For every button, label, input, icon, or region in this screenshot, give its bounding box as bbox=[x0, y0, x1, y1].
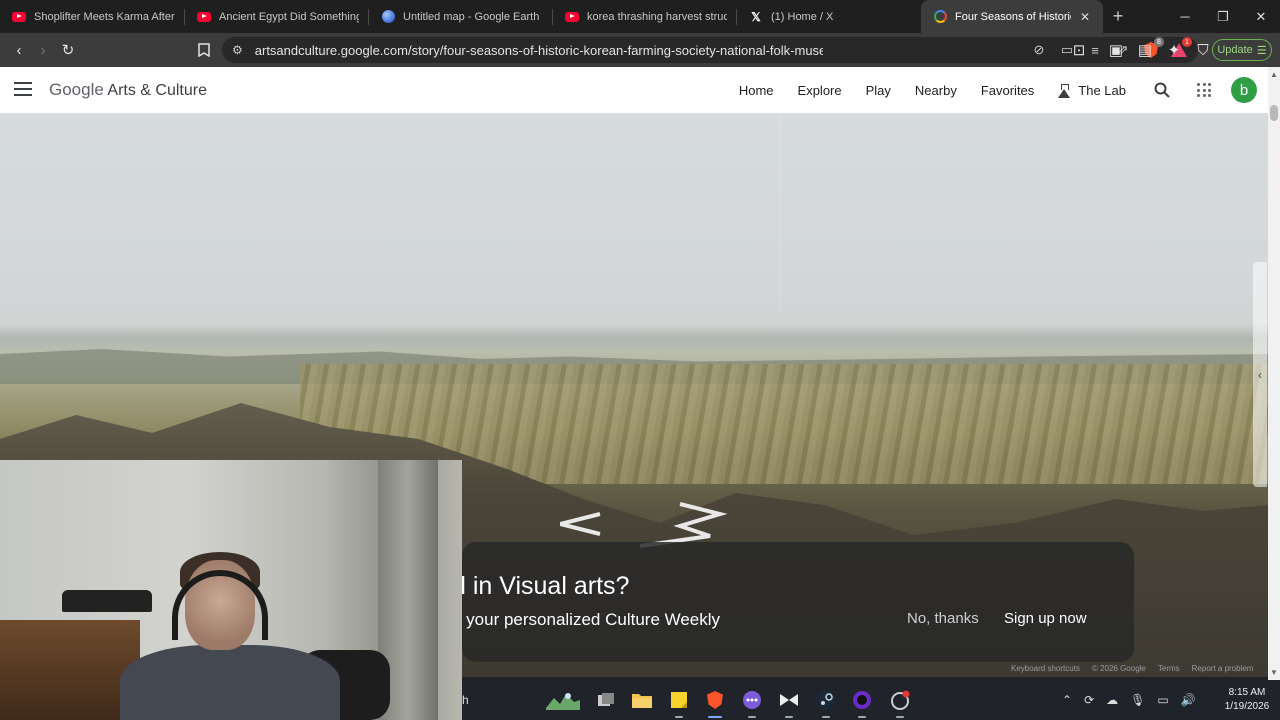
newsletter-promo bbox=[462, 542, 1134, 662]
main-nav: Home Explore Play Nearby Favorites The L… bbox=[739, 67, 1126, 114]
bookmark-icon[interactable] bbox=[191, 37, 217, 63]
sign-up-button[interactable]: Sign up now bbox=[1004, 610, 1087, 627]
webcam-overlay bbox=[0, 460, 462, 720]
microphone-icon[interactable]: 🎙 bbox=[1130, 693, 1145, 707]
close-window-icon[interactable]: ✕ bbox=[1242, 0, 1280, 33]
new-tab-button[interactable]: + bbox=[1103, 0, 1133, 33]
obs-icon[interactable] bbox=[850, 688, 874, 718]
tab-title: (1) Home / X bbox=[771, 10, 834, 23]
sync-icon[interactable]: ⟳ bbox=[1084, 693, 1094, 707]
search-icon[interactable] bbox=[1154, 82, 1170, 98]
brand-name: Arts & Culture bbox=[107, 82, 207, 99]
nav-explore[interactable]: Explore bbox=[798, 83, 842, 98]
nav-favorites[interactable]: Favorites bbox=[981, 83, 1034, 98]
side-panel-toggle-icon[interactable]: ‹ bbox=[1253, 262, 1267, 487]
copyright: © 2026 Google bbox=[1091, 664, 1146, 673]
brand-google: Google bbox=[49, 80, 104, 99]
avatar[interactable]: b bbox=[1231, 77, 1257, 103]
tab-title: Untitled map - Google Earth bbox=[403, 10, 540, 23]
site-info-icon[interactable]: ⚙ bbox=[232, 43, 243, 57]
update-button[interactable]: Update ☰ bbox=[1212, 39, 1272, 61]
site-header: Google Arts & Culture Home Explore Play … bbox=[0, 67, 1268, 114]
menu-icon: ☰ bbox=[1256, 44, 1267, 57]
url-text: artsandculture.google.com/story/four-sea… bbox=[254, 42, 823, 58]
site-logo[interactable]: Google Arts & Culture bbox=[49, 80, 207, 100]
show-hidden-icons-icon[interactable]: ⌃ bbox=[1062, 693, 1072, 707]
clock-date: 1/19/2026 bbox=[1224, 701, 1270, 712]
promo-subtitle: h your personalized Culture Weekly bbox=[452, 610, 721, 629]
scroll-up-icon[interactable]: ▲ bbox=[1268, 70, 1280, 80]
keyboard-shortcuts-link[interactable]: Keyboard shortcuts bbox=[1011, 664, 1080, 673]
system-tray: ⌃ ⟳ ☁ 🎙 ▭ 🔊 bbox=[1062, 680, 1196, 720]
youtube-icon bbox=[12, 10, 26, 24]
taskbar: h ⌃ ⟳ ☁ 🎙 ▭ 🔊 8:15 AM 1/19/2026 bbox=[462, 680, 1280, 720]
forward-icon[interactable]: › bbox=[30, 37, 56, 63]
back-icon[interactable]: ‹ bbox=[6, 37, 32, 63]
nav-play[interactable]: Play bbox=[866, 83, 891, 98]
network-icon[interactable]: ▭ bbox=[1157, 693, 1168, 707]
footer-links: Keyboard shortcuts © 2026 Google Terms R… bbox=[1011, 664, 1253, 673]
wallet-icon[interactable]: ▤ bbox=[1132, 37, 1158, 63]
no-translate-icon[interactable]: ⊘ bbox=[1028, 39, 1050, 61]
capcut-icon[interactable] bbox=[777, 688, 801, 718]
brave-browser-icon[interactable] bbox=[703, 688, 727, 718]
widgets-icon[interactable] bbox=[546, 688, 580, 712]
cloud-icon[interactable]: ☁ bbox=[1106, 693, 1118, 707]
tab-strip: Shoplifter Meets Karma After Pu Ancient … bbox=[0, 0, 1280, 33]
nav-nearby[interactable]: Nearby bbox=[915, 83, 957, 98]
reload-icon[interactable]: ↻ bbox=[55, 37, 81, 63]
tab-x-home[interactable]: 𝕏 (1) Home / X bbox=[737, 0, 921, 33]
file-explorer-icon[interactable] bbox=[630, 688, 654, 712]
tab-title: korea thrashing harvest structur bbox=[587, 10, 727, 23]
scroll-thumb[interactable] bbox=[1270, 105, 1278, 121]
tab-title: Shoplifter Meets Karma After Pu bbox=[34, 10, 175, 23]
clock-time: 8:15 AM bbox=[1228, 687, 1266, 698]
scroll-down-icon[interactable]: ▼ bbox=[1268, 668, 1280, 678]
tab-four-seasons[interactable]: Four Seasons of Historic Ko ✕ bbox=[921, 0, 1103, 33]
restore-icon[interactable]: ❐ bbox=[1204, 0, 1242, 33]
recording-app-icon[interactable] bbox=[888, 688, 912, 718]
sidebar-icon[interactable]: ▣ bbox=[1103, 37, 1129, 63]
nav-home[interactable]: Home bbox=[739, 83, 774, 98]
google-earth-icon bbox=[381, 10, 395, 24]
screenshot-icon[interactable]: ⊡ bbox=[1066, 37, 1092, 63]
taskbar-search[interactable]: h bbox=[462, 693, 469, 707]
clock[interactable]: 8:15 AM 1/19/2026 bbox=[1214, 686, 1280, 714]
screen: Shoplifter Meets Karma After Pu Ancient … bbox=[0, 0, 1280, 720]
task-view-icon[interactable] bbox=[594, 688, 618, 712]
tab-title: Four Seasons of Historic Ko bbox=[955, 10, 1071, 23]
nav-the-lab-label: The Lab bbox=[1078, 83, 1126, 98]
tab-ancient-egypt[interactable]: Ancient Egypt Did Something W bbox=[185, 0, 369, 33]
arts-culture-icon bbox=[933, 10, 947, 24]
hamburger-menu-icon[interactable] bbox=[14, 82, 32, 96]
report-problem-link[interactable]: Report a problem bbox=[1192, 664, 1254, 673]
tab-korea-thrashing[interactable]: korea thrashing harvest structur bbox=[553, 0, 737, 33]
tab-shoplifter[interactable]: Shoplifter Meets Karma After Pu bbox=[0, 0, 185, 33]
no-thanks-button[interactable]: No, thanks bbox=[907, 610, 979, 627]
chat-app-icon[interactable] bbox=[740, 688, 764, 718]
flask-icon bbox=[1058, 83, 1071, 98]
tab-title: Ancient Egypt Did Something W bbox=[219, 10, 359, 23]
address-bar[interactable]: ⚙ artsandculture.google.com/story/four-s… bbox=[222, 37, 1198, 63]
browser-toolbar: ‹ › ↻ ⚙ artsandculture.google.com/story/… bbox=[0, 33, 1280, 67]
page-scrollbar[interactable]: ▲ ▼ bbox=[1268, 67, 1280, 680]
leo-ai-icon[interactable]: ✦ bbox=[1161, 37, 1187, 63]
steam-icon[interactable] bbox=[814, 688, 838, 718]
nav-the-lab[interactable]: The Lab bbox=[1058, 83, 1126, 98]
sticky-notes-icon[interactable] bbox=[667, 688, 691, 718]
youtube-icon bbox=[565, 10, 579, 24]
x-icon: 𝕏 bbox=[751, 9, 761, 24]
volume-icon[interactable]: 🔊 bbox=[1181, 693, 1196, 707]
close-tab-icon[interactable]: ✕ bbox=[1077, 9, 1093, 25]
youtube-icon bbox=[197, 10, 211, 24]
terms-link[interactable]: Terms bbox=[1158, 664, 1180, 673]
tab-google-earth[interactable]: Untitled map - Google Earth bbox=[369, 0, 553, 33]
promo-title: d in Visual arts? bbox=[452, 572, 630, 600]
update-label: Update bbox=[1217, 44, 1253, 56]
google-apps-icon[interactable] bbox=[1197, 83, 1211, 97]
toolbar-right-icons: ⊡ ▣ ▤ ✦ ⛉ bbox=[1066, 33, 1216, 67]
minimize-icon[interactable]: ─ bbox=[1166, 0, 1204, 33]
